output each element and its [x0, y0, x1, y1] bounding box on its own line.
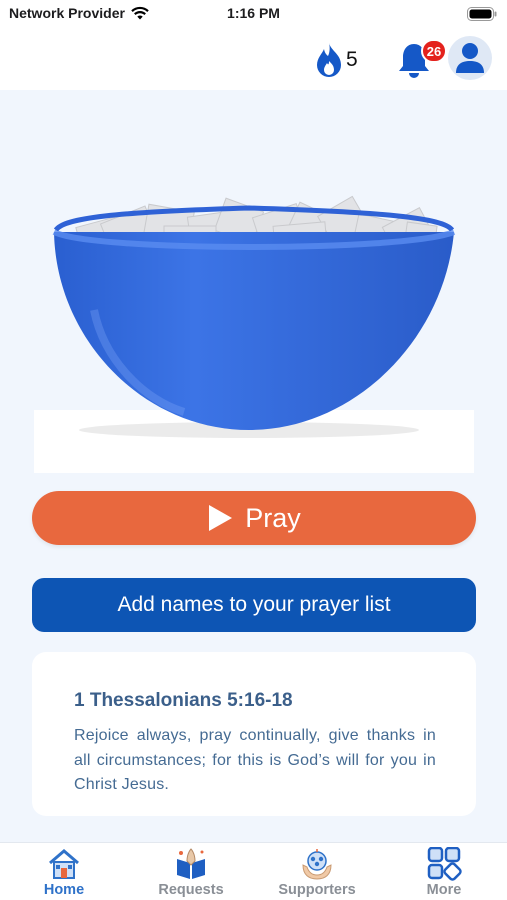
tab-supporters[interactable]: Supporters: [262, 847, 372, 898]
supporters-hands-icon: [302, 849, 332, 880]
app-header: 5 26: [0, 28, 507, 90]
verse-text: Rejoice always, pray continually, give t…: [74, 727, 436, 793]
verse-card: 1 Thessalonians 5:16-18 Rejoice always, …: [32, 652, 476, 816]
status-time: 1:16 PM: [227, 5, 280, 21]
grid-more-icon: [427, 847, 462, 881]
praying-book-icon: [177, 848, 205, 879]
tab-requests-label: Requests: [158, 882, 224, 898]
flame-icon: [317, 43, 341, 77]
tab-home-label: Home: [43, 882, 85, 898]
play-icon: [209, 505, 233, 531]
user-avatar[interactable]: [448, 36, 492, 80]
pray-button[interactable]: Pray: [32, 491, 476, 545]
streak-count: 5: [346, 48, 358, 71]
verse-reference: 1 Thessalonians 5:16-18: [74, 690, 293, 711]
user-avatar-icon: [456, 43, 484, 73]
tab-more[interactable]: More: [389, 847, 499, 898]
streak-counter[interactable]: 5: [314, 42, 358, 78]
tab-supporters-label: Supporters: [278, 882, 356, 898]
tab-requests[interactable]: Requests: [136, 847, 246, 898]
tab-home[interactable]: Home: [9, 847, 119, 898]
battery-icon: [467, 7, 497, 21]
notification-badge: 26: [421, 39, 447, 63]
prayer-bowl-illustration[interactable]: [34, 190, 474, 473]
bottom-tab-bar: Home Requests Supporters More: [0, 842, 507, 900]
add-names-button[interactable]: Add names to your prayer list: [32, 578, 476, 632]
home-icon: [49, 849, 79, 879]
tab-more-label: More: [426, 882, 462, 898]
status-bar: Network Provider 1:16 PM: [0, 0, 507, 28]
pray-button-label: Pray: [245, 502, 301, 533]
